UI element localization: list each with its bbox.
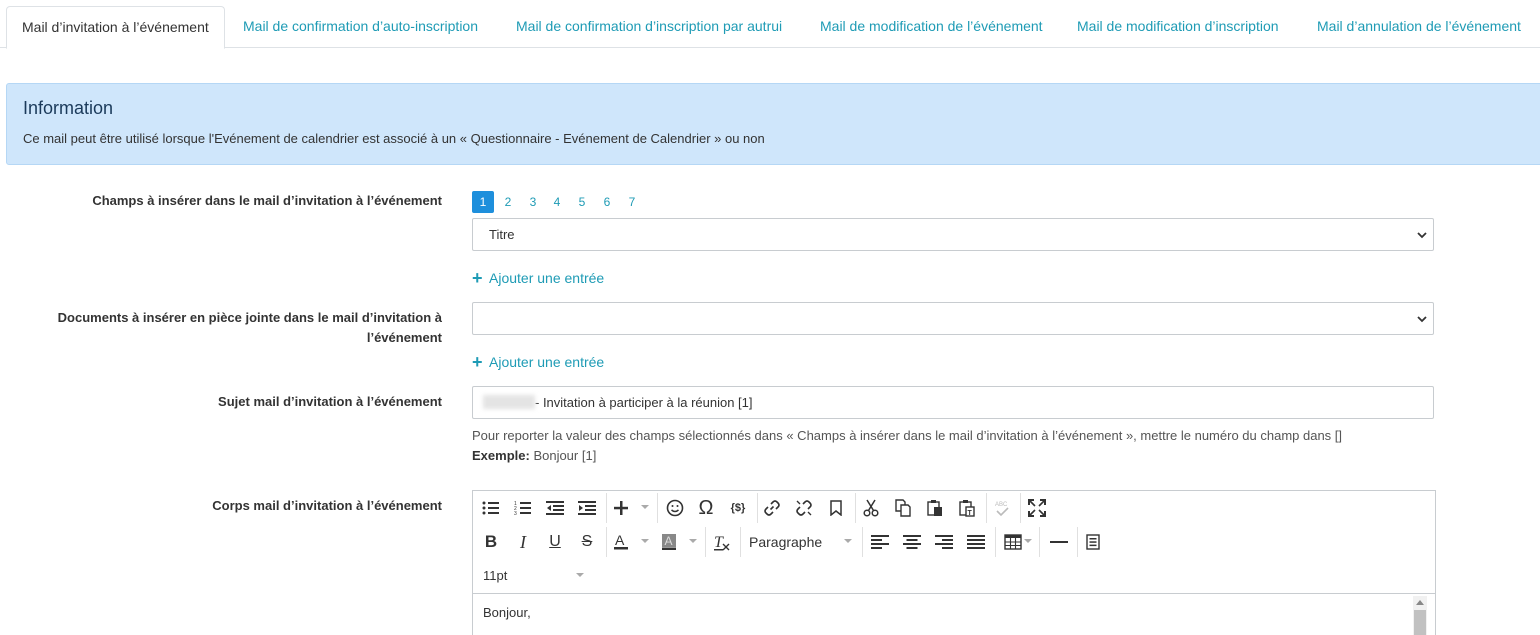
- emoji-icon[interactable]: [661, 495, 689, 521]
- subject-help-text: Pour reporter la valeur des champs sélec…: [472, 428, 1343, 443]
- documents-label-line1: Documents à insérer en pièce jointe dans…: [57, 310, 442, 325]
- info-text: Ce mail peut être utilisé lorsque l'Evén…: [23, 131, 765, 146]
- page-4[interactable]: 4: [546, 191, 568, 213]
- example-value: Bonjour [1]: [533, 448, 597, 463]
- plus-icon: +: [472, 352, 483, 372]
- numbered-list-icon[interactable]: 123: [509, 495, 537, 521]
- tab-invitation[interactable]: Mail d’invitation à l’événement: [6, 6, 225, 49]
- bookmark-icon[interactable]: [822, 495, 850, 521]
- svg-text:A: A: [615, 533, 625, 548]
- documents-label-line2: l’événement: [366, 330, 442, 345]
- page-6[interactable]: 6: [596, 191, 618, 213]
- tab-registration-by-other[interactable]: Mail de confirmation d’inscription par a…: [516, 6, 782, 48]
- fields-add-entry-link[interactable]: + Ajouter une entrée: [472, 268, 604, 289]
- fields-label: Champs à insérer dans le mail d’invitati…: [92, 193, 442, 208]
- documents-label: Documents à insérer en pièce jointe dans…: [58, 308, 442, 348]
- chevron-down-icon: [1417, 314, 1427, 324]
- paste-text-icon[interactable]: T: [953, 495, 981, 521]
- highlight-color-icon[interactable]: A: [655, 529, 683, 555]
- text-color-icon[interactable]: A: [607, 529, 635, 555]
- spellcheck-icon[interactable]: ABC: [988, 495, 1016, 521]
- source-code-icon[interactable]: [1079, 529, 1107, 555]
- page-5[interactable]: 5: [571, 191, 593, 213]
- rich-text-editor: 123 Ω {$} T ABC B I U S A A T Paragraphe…: [472, 490, 1436, 635]
- format-select[interactable]: Paragraphe: [749, 529, 822, 555]
- page-7[interactable]: 7: [621, 191, 643, 213]
- fields-select-value: Titre: [489, 227, 515, 242]
- page-3[interactable]: 3: [522, 191, 544, 213]
- tab-auto-registration[interactable]: Mail de confirmation d’auto-inscription: [243, 6, 478, 48]
- subject-help: Pour reporter la valeur des champs sélec…: [472, 426, 1342, 466]
- svg-text:ABC: ABC: [995, 502, 1008, 508]
- indent-icon[interactable]: [573, 495, 601, 521]
- link-icon[interactable]: [758, 495, 786, 521]
- scroll-thumb[interactable]: [1414, 610, 1426, 635]
- editor-toolbar-row-3: 11pt: [473, 559, 1435, 593]
- documents-add-entry-label: Ajouter une entrée: [489, 354, 605, 370]
- subject-input[interactable]: - Invitation à participer à la réunion […: [472, 386, 1434, 419]
- editor-content-text: Bonjour,: [483, 605, 531, 620]
- plus-icon: +: [472, 268, 483, 288]
- bullet-list-icon[interactable]: [477, 495, 505, 521]
- editor-toolbar-row-1: 123 Ω {$} T ABC: [473, 491, 1435, 525]
- chevron-down-icon: [1417, 230, 1427, 240]
- svg-text:A: A: [665, 534, 673, 548]
- tab-event-modification[interactable]: Mail de modification de l’événement: [820, 6, 1043, 48]
- svg-text:T: T: [968, 510, 973, 517]
- info-box: Information Ce mail peut être utilisé lo…: [6, 83, 1540, 165]
- align-right-icon[interactable]: [930, 529, 958, 555]
- fields-select[interactable]: Titre: [472, 218, 1434, 251]
- bold-icon[interactable]: B: [477, 529, 505, 555]
- page-1[interactable]: 1: [472, 191, 494, 213]
- unlink-icon[interactable]: [790, 495, 818, 521]
- font-size-select-value: 11pt: [483, 568, 508, 583]
- horizontal-rule-icon[interactable]: [1045, 529, 1073, 555]
- format-select-value: Paragraphe: [749, 534, 823, 550]
- font-size-select[interactable]: 11pt: [483, 563, 507, 589]
- fields-add-entry-label: Ajouter une entrée: [489, 270, 605, 286]
- documents-select[interactable]: [472, 302, 1434, 335]
- tab-bar: Mail d’invitation à l’événement Mail de …: [0, 0, 1540, 49]
- page-2[interactable]: 2: [497, 191, 519, 213]
- example-label: Exemple:: [472, 448, 530, 463]
- redacted-text: [483, 395, 535, 409]
- align-left-icon[interactable]: [866, 529, 894, 555]
- svg-text:T: T: [714, 534, 724, 551]
- editor-scrollbar[interactable]: [1413, 596, 1427, 635]
- subject-example: Exemple: Bonjour [1]: [472, 446, 1342, 466]
- body-label: Corps mail d’invitation à l’événement: [212, 498, 442, 513]
- underline-icon[interactable]: U: [541, 529, 569, 555]
- tab-event-cancellation[interactable]: Mail d’annulation de l’événement: [1317, 6, 1521, 48]
- align-justify-icon[interactable]: [962, 529, 990, 555]
- align-center-icon[interactable]: [898, 529, 926, 555]
- subject-label: Sujet mail d’invitation à l’événement: [218, 394, 442, 409]
- tab-registration-modification[interactable]: Mail de modification d’inscription: [1077, 6, 1279, 48]
- copy-icon[interactable]: [889, 495, 917, 521]
- editor-content-area[interactable]: Bonjour,: [473, 593, 1435, 635]
- subject-input-value: - Invitation à participer à la réunion […: [535, 395, 753, 410]
- strikethrough-icon[interactable]: S: [573, 529, 601, 555]
- info-title: Information: [23, 98, 114, 118]
- italic-icon[interactable]: I: [509, 529, 537, 555]
- variable-icon[interactable]: {$}: [724, 495, 752, 521]
- special-char-icon[interactable]: Ω: [692, 495, 720, 521]
- editor-toolbar-row-2: B I U S A A T Paragraphe: [473, 525, 1435, 559]
- scroll-up-arrow-icon[interactable]: [1416, 600, 1424, 605]
- outdent-icon[interactable]: [541, 495, 569, 521]
- clear-format-icon[interactable]: T: [708, 529, 736, 555]
- cut-icon[interactable]: [857, 495, 885, 521]
- insert-plus-icon[interactable]: [607, 495, 635, 521]
- fullscreen-icon[interactable]: [1023, 495, 1051, 521]
- paste-icon[interactable]: [921, 495, 949, 521]
- documents-add-entry-link[interactable]: + Ajouter une entrée: [472, 352, 604, 373]
- svg-text:3: 3: [514, 511, 517, 516]
- table-icon[interactable]: [999, 529, 1027, 555]
